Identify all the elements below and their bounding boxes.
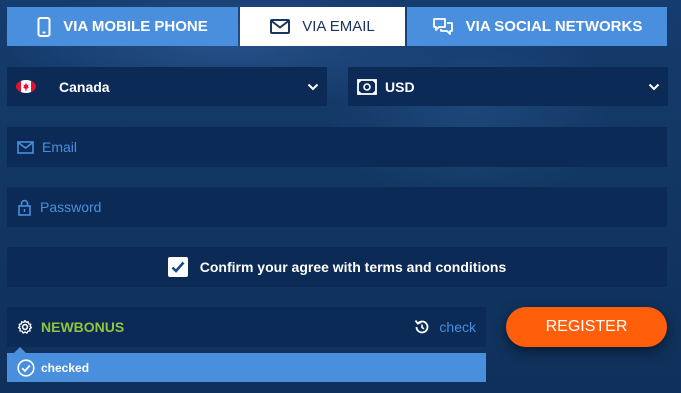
checkmark-icon [171,261,185,273]
phone-icon [37,16,51,37]
terms-agreement: Confirm your agree with terms and condit… [7,247,667,287]
refresh-icon [413,318,431,336]
country-value: Canada [59,78,110,95]
banknote-icon [357,78,377,95]
terms-checkbox[interactable] [167,257,188,277]
promo-status-text: checked [41,360,90,375]
chevron-down-icon [307,80,319,96]
tab-email-label: VIA EMAIL [302,18,375,35]
tab-social-networks[interactable]: VIA SOCIAL NETWORKS [407,7,667,46]
envelope-icon [17,140,34,154]
terms-label: Confirm your agree with terms and condit… [199,259,507,275]
email-input[interactable] [42,139,642,155]
registration-tabs: VIA MOBILE PHONE VIA EMAIL VIA SOCIAL NE… [7,7,667,46]
envelope-icon [270,19,291,34]
promo-status-bar: checked [7,353,486,382]
password-field[interactable] [7,187,667,227]
country-select[interactable]: Canada [7,67,327,106]
chevron-down-icon [648,80,660,96]
register-button[interactable]: REGISTER [506,307,667,347]
tab-mobile-phone-label: VIA MOBILE PHONE [63,18,208,35]
currency-select[interactable]: USD [348,67,668,106]
email-field[interactable] [7,127,667,167]
currency-value: USD [385,78,415,95]
canada-flag-icon [16,80,36,93]
promo-code-input[interactable]: NEWBONUS [41,319,124,335]
promo-check-label: check [439,319,476,335]
chat-bubbles-icon [432,17,454,36]
password-input[interactable] [40,199,640,215]
tab-social-networks-label: VIA SOCIAL NETWORKS [465,18,643,35]
promo-code-field[interactable]: NEWBONUS check [7,307,486,353]
tab-email[interactable]: VIA EMAIL [240,7,405,46]
lock-icon [17,199,32,216]
tab-mobile-phone[interactable]: VIA MOBILE PHONE [7,7,238,46]
promo-check-button[interactable]: check [413,318,476,336]
gear-icon [17,319,33,335]
check-circle-icon [17,358,35,377]
